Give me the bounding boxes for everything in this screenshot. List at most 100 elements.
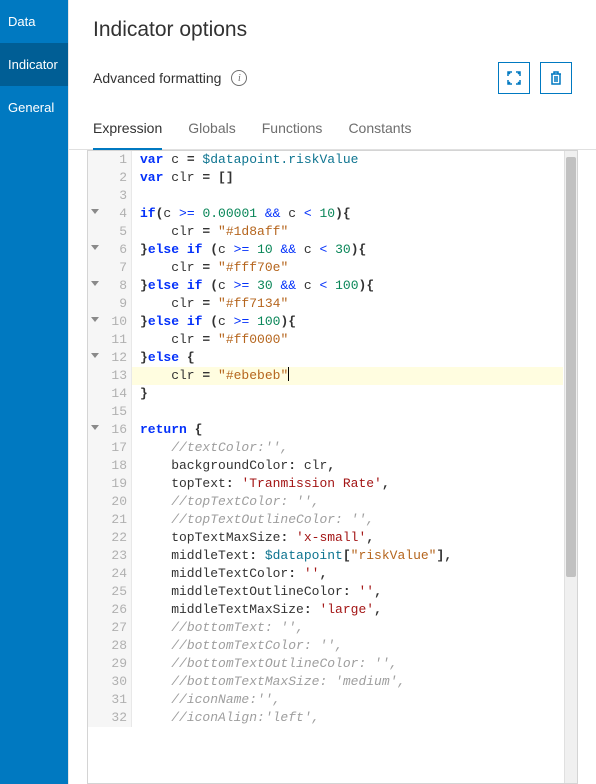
- sidebar-item-general[interactable]: General: [0, 86, 68, 129]
- code-content[interactable]: topTextMaxSize: 'x-small',: [132, 529, 374, 547]
- code-line[interactable]: 10}else if (c >= 100){: [88, 313, 563, 331]
- code-content[interactable]: }else if (c >= 30 && c < 100){: [132, 277, 374, 295]
- info-icon[interactable]: i: [231, 70, 247, 86]
- code-content[interactable]: middleTextColor: '',: [132, 565, 327, 583]
- code-content[interactable]: //bottomTextOutlineColor: '',: [132, 655, 397, 673]
- code-line[interactable]: 16return {: [88, 421, 563, 439]
- line-number: 29: [88, 655, 132, 673]
- code-line[interactable]: 21 //topTextOutlineColor: '',: [88, 511, 563, 529]
- code-content[interactable]: [132, 403, 140, 421]
- code-content[interactable]: //topTextOutlineColor: '',: [132, 511, 374, 529]
- code-line[interactable]: 13 clr = "#ebebeb": [88, 367, 563, 385]
- expand-icon: [506, 70, 522, 86]
- code-line[interactable]: 3: [88, 187, 563, 205]
- code-line[interactable]: 22 topTextMaxSize: 'x-small',: [88, 529, 563, 547]
- editor-scrollbar[interactable]: [564, 151, 577, 783]
- code-line[interactable]: 26 middleTextMaxSize: 'large',: [88, 601, 563, 619]
- code-content[interactable]: topText: 'Tranmission Rate',: [132, 475, 390, 493]
- code-line[interactable]: 12}else {: [88, 349, 563, 367]
- code-content[interactable]: }else if (c >= 10 && c < 30){: [132, 241, 366, 259]
- code-line[interactable]: 14}: [88, 385, 563, 403]
- code-content[interactable]: middleTextMaxSize: 'large',: [132, 601, 382, 619]
- code-content[interactable]: clr = "#ebebeb": [132, 367, 289, 385]
- fold-icon[interactable]: [91, 317, 99, 322]
- main-panel: Indicator options Advanced formatting i: [68, 0, 596, 784]
- fold-icon[interactable]: [91, 425, 99, 430]
- trash-icon: [548, 70, 564, 86]
- line-number: 22: [88, 529, 132, 547]
- code-line[interactable]: 28 //bottomTextColor: '',: [88, 637, 563, 655]
- code-content[interactable]: [132, 187, 140, 205]
- line-number: 27: [88, 619, 132, 637]
- code-line[interactable]: 27 //bottomText: '',: [88, 619, 563, 637]
- fold-icon[interactable]: [91, 209, 99, 214]
- line-number: 14: [88, 385, 132, 403]
- code-content[interactable]: clr = "#1d8aff": [132, 223, 288, 241]
- delete-button[interactable]: [540, 62, 572, 94]
- code-line[interactable]: 17 //textColor:'',: [88, 439, 563, 457]
- code-line[interactable]: 7 clr = "#fff70e": [88, 259, 563, 277]
- line-number: 17: [88, 439, 132, 457]
- code-content[interactable]: //bottomTextColor: '',: [132, 637, 343, 655]
- code-line[interactable]: 1var c = $datapoint.riskValue: [88, 151, 563, 169]
- line-number: 21: [88, 511, 132, 529]
- code-content[interactable]: //iconName:'',: [132, 691, 280, 709]
- code-content[interactable]: }: [132, 385, 148, 403]
- code-content[interactable]: var clr = []: [132, 169, 234, 187]
- code-content[interactable]: backgroundColor: clr,: [132, 457, 335, 475]
- tab-globals[interactable]: Globals: [188, 110, 235, 150]
- code-line[interactable]: 29 //bottomTextOutlineColor: '',: [88, 655, 563, 673]
- line-number: 11: [88, 331, 132, 349]
- code-line[interactable]: 4if(c >= 0.00001 && c < 10){: [88, 205, 563, 223]
- line-number: 5: [88, 223, 132, 241]
- fold-icon[interactable]: [91, 281, 99, 286]
- code-line[interactable]: 15: [88, 403, 563, 421]
- code-line[interactable]: 20 //topTextColor: '',: [88, 493, 563, 511]
- code-line[interactable]: 23 middleText: $datapoint["riskValue"],: [88, 547, 563, 565]
- scrollbar-thumb[interactable]: [566, 157, 576, 577]
- code-content[interactable]: middleText: $datapoint["riskValue"],: [132, 547, 452, 565]
- code-content[interactable]: clr = "#fff70e": [132, 259, 288, 277]
- code-editor[interactable]: 1var c = $datapoint.riskValue2var clr = …: [87, 150, 578, 784]
- code-line[interactable]: 19 topText: 'Tranmission Rate',: [88, 475, 563, 493]
- line-number: 32: [88, 709, 132, 727]
- fold-icon[interactable]: [91, 353, 99, 358]
- text-cursor: [288, 367, 289, 381]
- sidebar-item-data[interactable]: Data: [0, 0, 68, 43]
- code-line[interactable]: 11 clr = "#ff0000": [88, 331, 563, 349]
- code-content[interactable]: return {: [132, 421, 202, 439]
- tab-expression[interactable]: Expression: [93, 110, 162, 150]
- code-content[interactable]: }else {: [132, 349, 195, 367]
- code-content[interactable]: clr = "#ff0000": [132, 331, 288, 349]
- code-line[interactable]: 25 middleTextOutlineColor: '',: [88, 583, 563, 601]
- code-line[interactable]: 5 clr = "#1d8aff": [88, 223, 563, 241]
- code-content[interactable]: clr = "#ff7134": [132, 295, 288, 313]
- expand-button[interactable]: [498, 62, 530, 94]
- code-line[interactable]: 6}else if (c >= 10 && c < 30){: [88, 241, 563, 259]
- code-line[interactable]: 30 //bottomTextMaxSize: 'medium',: [88, 673, 563, 691]
- fold-icon[interactable]: [91, 245, 99, 250]
- code-content[interactable]: var c = $datapoint.riskValue: [132, 151, 358, 169]
- code-line[interactable]: 9 clr = "#ff7134": [88, 295, 563, 313]
- code-line[interactable]: 24 middleTextColor: '',: [88, 565, 563, 583]
- code-content[interactable]: middleTextOutlineColor: '',: [132, 583, 382, 601]
- code-content[interactable]: }else if (c >= 100){: [132, 313, 296, 331]
- line-number: 15: [88, 403, 132, 421]
- line-number: 25: [88, 583, 132, 601]
- code-content[interactable]: if(c >= 0.00001 && c < 10){: [132, 205, 351, 223]
- tab-constants[interactable]: Constants: [348, 110, 411, 150]
- code-content[interactable]: //iconAlign:'left',: [132, 709, 319, 727]
- code-content[interactable]: //bottomText: '',: [132, 619, 304, 637]
- code-content[interactable]: //textColor:'',: [132, 439, 288, 457]
- code-line[interactable]: 18 backgroundColor: clr,: [88, 457, 563, 475]
- tab-functions[interactable]: Functions: [262, 110, 323, 150]
- code-line[interactable]: 8}else if (c >= 30 && c < 100){: [88, 277, 563, 295]
- line-number: 18: [88, 457, 132, 475]
- code-line[interactable]: 31 //iconName:'',: [88, 691, 563, 709]
- code-content[interactable]: //topTextColor: '',: [132, 493, 319, 511]
- line-number: 12: [88, 349, 132, 367]
- code-line[interactable]: 2var clr = []: [88, 169, 563, 187]
- sidebar-item-indicator[interactable]: Indicator: [0, 43, 68, 86]
- code-content[interactable]: //bottomTextMaxSize: 'medium',: [132, 673, 405, 691]
- code-line[interactable]: 32 //iconAlign:'left',: [88, 709, 563, 727]
